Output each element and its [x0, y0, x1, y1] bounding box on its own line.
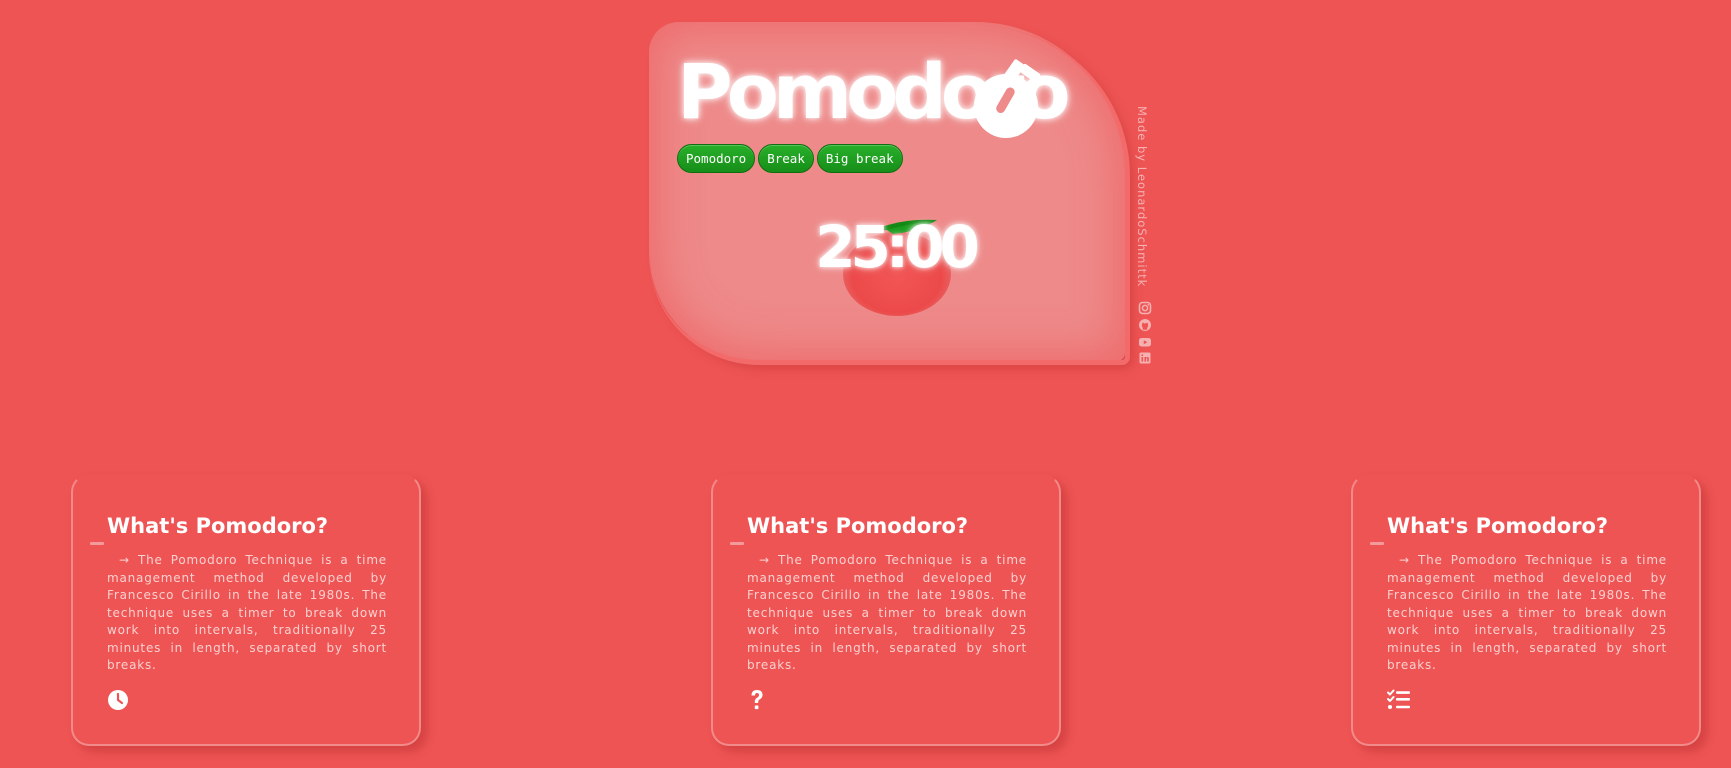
card-title: What's Pomodoro? [107, 514, 329, 538]
card-body: → The Pomodoro Technique is a time manag… [747, 553, 1027, 672]
youtube-icon[interactable] [1138, 335, 1152, 349]
github-icon[interactable] [1138, 318, 1152, 332]
card-title: What's Pomodoro? [1387, 514, 1609, 538]
big-break-mode-button[interactable]: Big break [816, 144, 903, 173]
card-dash [90, 542, 104, 545]
card-dash [1370, 542, 1384, 545]
info-card-tasks: What's Pomodoro? → The Pomodoro Techniqu… [1351, 474, 1701, 746]
task-list-icon [1387, 689, 1410, 709]
credit-text: Made by LeonardoSchmittk [1135, 106, 1149, 288]
info-card-question: What's Pomodoro? → The Pomodoro Techniqu… [711, 474, 1061, 746]
timer-panel: Pomodoro Pomodoro Break Big break 25:00 [649, 22, 1125, 361]
card-dash [730, 542, 744, 545]
info-card-clock: What's Pomodoro? → The Pomodoro Techniqu… [71, 474, 421, 746]
card-title: What's Pomodoro? [747, 514, 969, 538]
card-body: → The Pomodoro Technique is a time manag… [107, 553, 387, 672]
clock-icon [108, 690, 128, 710]
linkedin-icon[interactable] [1138, 351, 1152, 365]
instagram-icon[interactable] [1138, 301, 1152, 315]
card-body: → The Pomodoro Technique is a time manag… [1387, 553, 1667, 672]
break-mode-button[interactable]: Break [758, 144, 814, 173]
timer-display: 25:00 [815, 213, 980, 281]
pomodoro-mode-button[interactable]: Pomodoro [677, 144, 756, 173]
question-icon [751, 690, 763, 710]
mode-button-group: Pomodoro Break Big break [677, 144, 903, 173]
stopwatch-icon [974, 59, 1041, 138]
